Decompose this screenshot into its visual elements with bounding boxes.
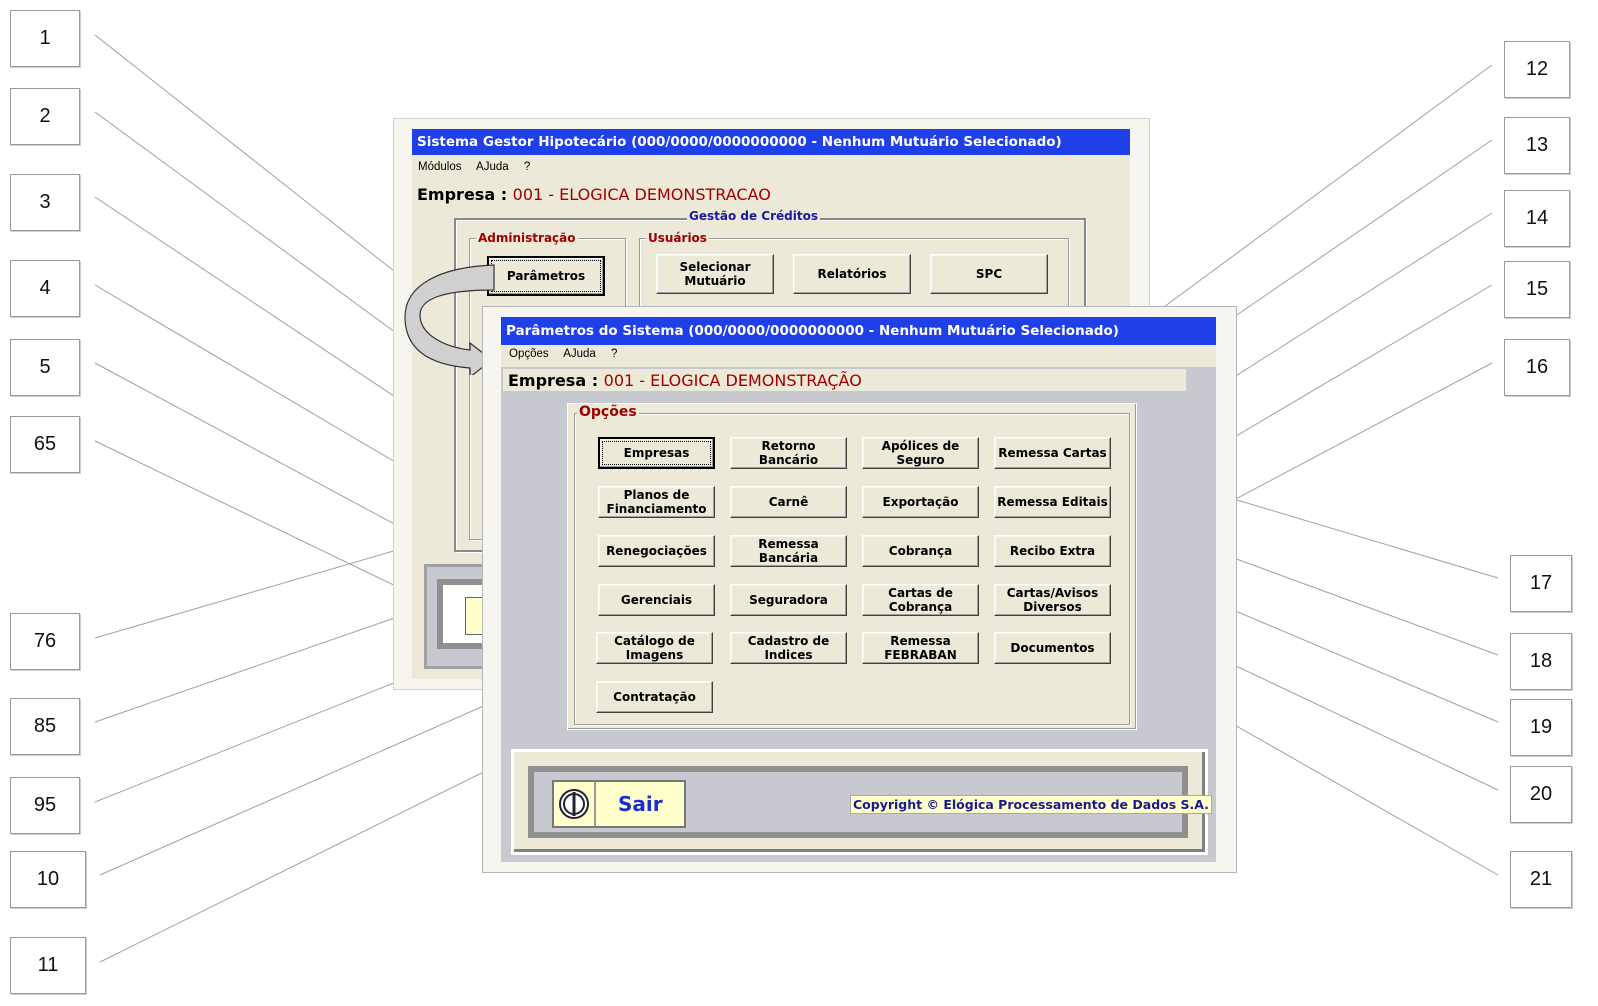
callout-label: 13: [1525, 134, 1549, 156]
callout-label: 85: [33, 715, 57, 737]
callout-label: 19: [1529, 716, 1553, 738]
copyright-text: Copyright © Elógica Processamento de Dad…: [850, 795, 1212, 814]
callout-label: 10: [36, 868, 60, 890]
remessa-editais-button[interactable]: Remessa Editais: [994, 486, 1111, 518]
cartas-cobranca-button[interactable]: Cartas de Cobrança: [862, 584, 979, 616]
empresa-value: 001 - ELOGICA DEMONSTRACAO: [512, 185, 771, 204]
callout-15: 15: [1504, 261, 1570, 318]
callout-label: 21: [1529, 868, 1553, 890]
callout-label: 3: [39, 191, 51, 213]
callout-label: 1: [39, 27, 51, 49]
menu-ajuda[interactable]: AJuda: [563, 348, 596, 360]
menu-opcoes[interactable]: Opções: [509, 348, 549, 360]
remessa-bancaria-button[interactable]: Remessa Bancária: [730, 535, 847, 567]
sair-button[interactable]: Sair: [552, 780, 686, 828]
contratacao-button[interactable]: Contratação: [596, 681, 713, 713]
back-menubar: Módulos AJuda ?: [418, 161, 542, 173]
relatorios-button[interactable]: Relatórios: [793, 254, 911, 294]
callout-4: 4: [10, 260, 80, 317]
group-gestao-label: Gestão de Créditos: [687, 209, 820, 223]
cobranca-button[interactable]: Cobrança: [862, 535, 979, 567]
group-opcoes-label: Opções: [577, 404, 639, 420]
menu-help[interactable]: ?: [524, 161, 530, 173]
empresa-value: 001 - ELOGICA DEMONSTRAÇÃO: [603, 371, 862, 390]
callout-label: 18: [1529, 650, 1553, 672]
callout-label: 12: [1525, 58, 1549, 80]
callout-11: 11: [10, 937, 86, 994]
recibo-extra-button[interactable]: Recibo Extra: [994, 535, 1111, 567]
front-empresa: Empresa : 001 - ELOGICA DEMONSTRAÇÃO: [508, 371, 862, 390]
callout-label: 20: [1529, 783, 1553, 805]
callout-1: 1: [10, 10, 80, 67]
callout-85: 85: [10, 698, 80, 755]
empresas-button[interactable]: Empresas: [598, 437, 715, 469]
callout-20: 20: [1510, 766, 1572, 823]
callout-21: 21: [1510, 851, 1572, 908]
callout-65: 65: [10, 416, 80, 473]
front-window: Parâmetros do Sistema (000/0000/00000000…: [482, 306, 1237, 873]
callout-label: 5: [39, 356, 51, 378]
callout-13: 13: [1504, 117, 1570, 174]
catalogo-imagens-button[interactable]: Catálogo de Imagens: [596, 632, 713, 664]
callout-label: 95: [33, 794, 57, 816]
back-window-title: Sistema Gestor Hipotecário (000/0000/000…: [417, 134, 1062, 150]
callout-5: 5: [10, 339, 80, 396]
callout-16: 16: [1504, 339, 1570, 396]
group-admin-label: Administração: [476, 231, 578, 245]
renegociacoes-button[interactable]: Renegociações: [598, 535, 715, 567]
documentos-button[interactable]: Documentos: [994, 632, 1111, 664]
menu-help[interactable]: ?: [611, 348, 617, 360]
callout-label: 14: [1525, 207, 1549, 229]
callout-label: 2: [39, 105, 51, 127]
front-menubar: Opções AJuda ?: [501, 345, 1216, 367]
empresa-label: Empresa :: [417, 185, 508, 204]
planos-financiamento-button[interactable]: Planos de Financiamento: [598, 486, 715, 518]
retorno-bancario-button[interactable]: Retorno Bancário: [730, 437, 847, 469]
callout-label: 4: [39, 277, 51, 299]
callout-label: 15: [1525, 278, 1549, 300]
spc-button[interactable]: SPC: [930, 254, 1048, 294]
group-usuarios-label: Usuários: [646, 231, 709, 245]
callout-17: 17: [1510, 555, 1572, 612]
callout-3: 3: [10, 174, 80, 231]
back-empresa: Empresa : 001 - ELOGICA DEMONSTRACAO: [417, 185, 771, 204]
carne-button[interactable]: Carnê: [730, 486, 847, 518]
remessa-cartas-button[interactable]: Remessa Cartas: [994, 437, 1111, 469]
selecionar-mutuario-button[interactable]: Selecionar Mutuário: [656, 254, 774, 294]
callout-14: 14: [1504, 190, 1570, 247]
menu-modulos[interactable]: Módulos: [418, 161, 461, 173]
callout-label: 76: [33, 630, 57, 652]
callout-18: 18: [1510, 633, 1572, 690]
sair-label: Sair: [618, 792, 663, 816]
callout-label: 65: [33, 433, 57, 455]
cartas-avisos-button[interactable]: Cartas/Avisos Diversos: [994, 584, 1111, 616]
exit-icon: [554, 782, 596, 826]
empresa-label: Empresa :: [508, 371, 599, 390]
callout-95: 95: [10, 777, 80, 834]
callout-12: 12: [1504, 41, 1570, 98]
menu-ajuda[interactable]: AJuda: [476, 161, 509, 173]
exportacao-button[interactable]: Exportação: [862, 486, 979, 518]
callout-76: 76: [10, 613, 80, 670]
callout-label: 17: [1529, 572, 1553, 594]
callout-2: 2: [10, 88, 80, 145]
apolices-seguro-button[interactable]: Apólices de Seguro: [862, 437, 979, 469]
callout-label: 16: [1525, 356, 1549, 378]
callout-label: 11: [37, 954, 59, 976]
remessa-febraban-button[interactable]: Remessa FEBRABAN: [862, 632, 979, 664]
seguradora-button[interactable]: Seguradora: [730, 584, 847, 616]
front-window-title: Parâmetros do Sistema (000/0000/00000000…: [506, 323, 1119, 339]
callout-10: 10: [10, 851, 86, 908]
front-window-titlebar[interactable]: Parâmetros do Sistema (000/0000/00000000…: [501, 317, 1216, 345]
callout-19: 19: [1510, 699, 1572, 756]
bottom-bar: Sair Copyright © Elógica Processamento d…: [511, 749, 1212, 855]
back-window-titlebar[interactable]: Sistema Gestor Hipotecário (000/0000/000…: [412, 129, 1130, 155]
cadastro-indices-button[interactable]: Cadastro de Indices: [730, 632, 847, 664]
gerenciais-button[interactable]: Gerenciais: [598, 584, 715, 616]
